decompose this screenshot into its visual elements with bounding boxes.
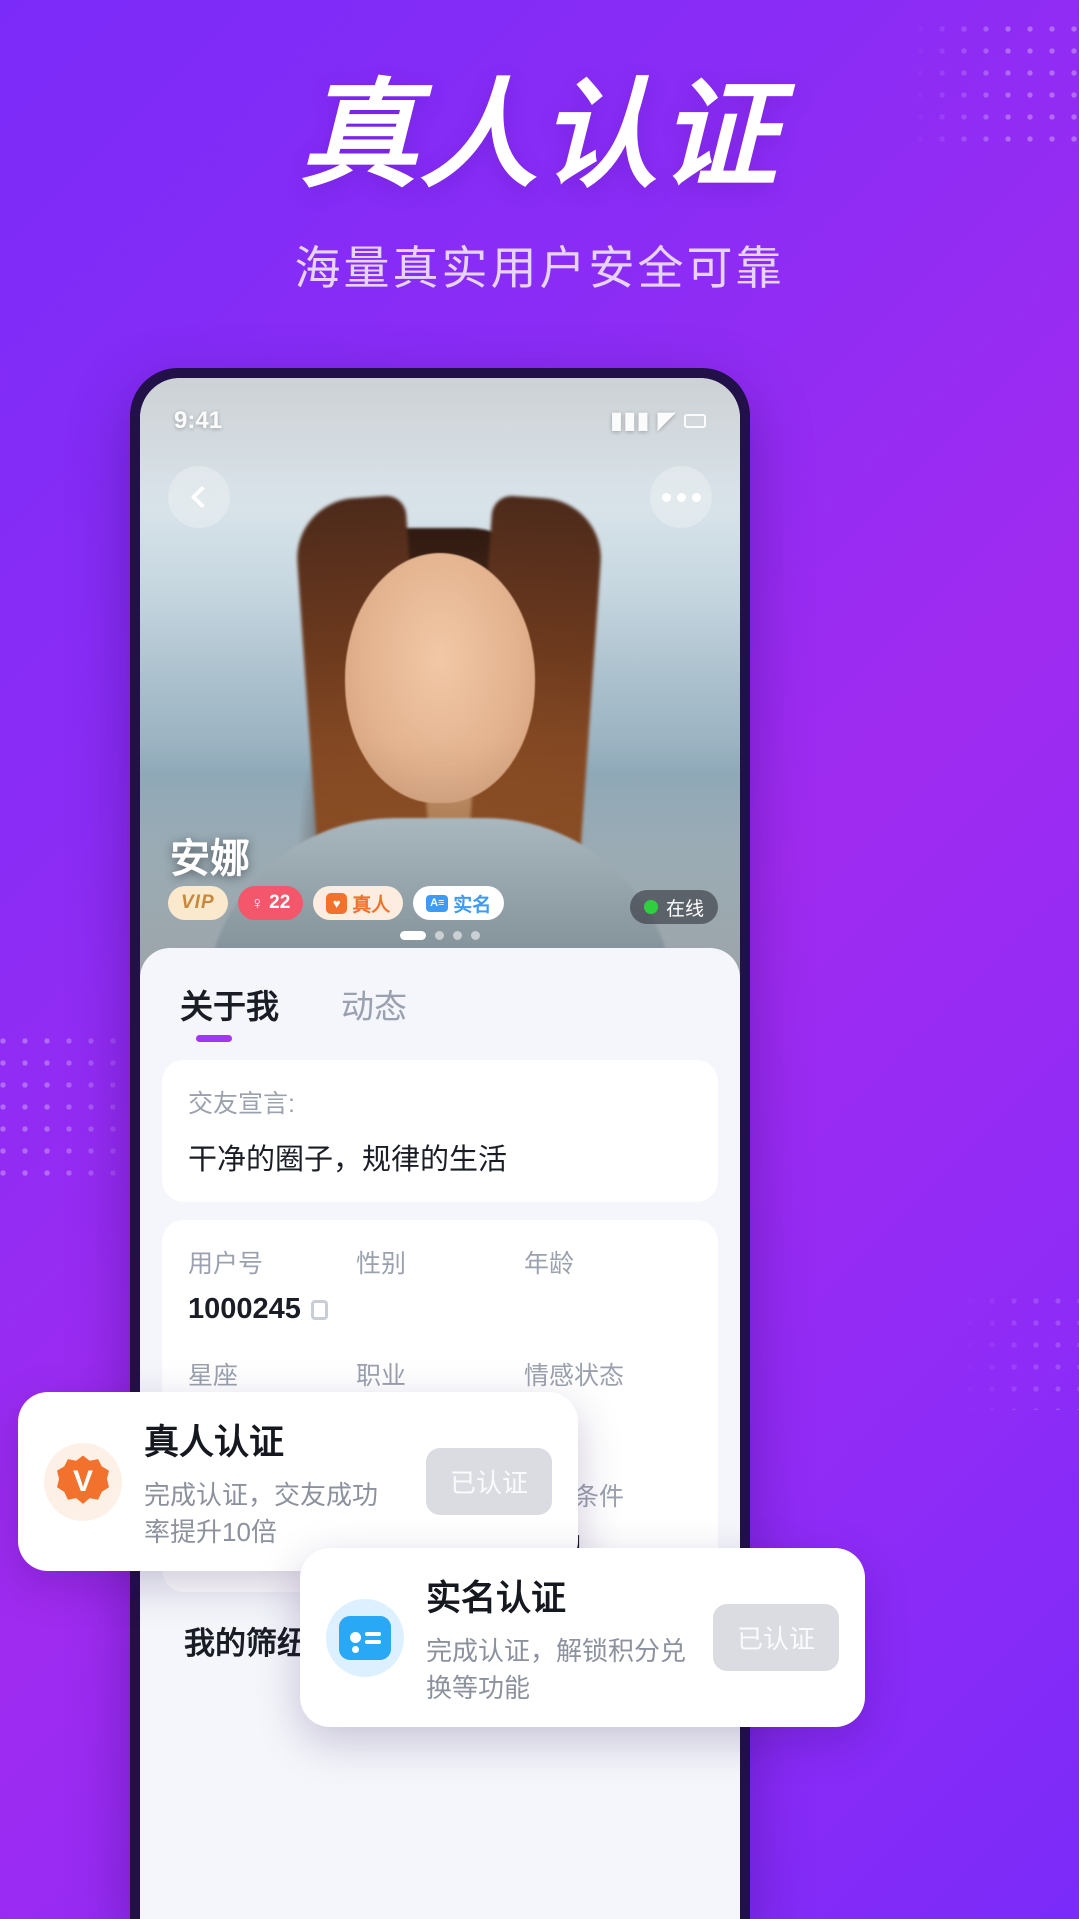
- status-bar-time: 9:41: [174, 406, 223, 434]
- badge-age-label: 22: [269, 892, 291, 913]
- real-name-verification-text: 实名认证 完成认证，解锁积分兑换等功能: [426, 1570, 691, 1705]
- verified-badge-icon: V: [44, 1442, 122, 1521]
- page-dot-3[interactable]: [453, 931, 462, 940]
- status-bar: 9:41 ▮▮▮ ◤: [140, 406, 740, 435]
- copy-icon[interactable]: [310, 1300, 328, 1320]
- tab-moments-label: 动态: [341, 988, 407, 1025]
- declaration-text: 干净的圈子，规律的生活: [188, 1144, 508, 1176]
- online-status-badge: 在线: [629, 890, 718, 924]
- back-button[interactable]: [168, 466, 230, 528]
- real-person-verified-button[interactable]: 已认证: [425, 1448, 552, 1515]
- page-title: 真人认证: [299, 70, 780, 202]
- id-card-glyph: [339, 1615, 391, 1660]
- id-card-icon: [326, 1598, 404, 1677]
- info-field-gender: 性别: [356, 1244, 524, 1326]
- info-label: 情感状态: [524, 1362, 625, 1390]
- info-label: 用户号: [188, 1250, 264, 1278]
- battery-icon: [684, 413, 706, 428]
- more-options-button[interactable]: [650, 466, 712, 528]
- real-name-verification-title: 实名认证: [426, 1579, 567, 1618]
- photo-face: [345, 553, 535, 803]
- info-value: 1000245: [188, 1293, 356, 1326]
- online-status-label: 在线: [665, 898, 704, 920]
- photo-hair-right: [463, 494, 605, 932]
- status-bar-indicators: ▮▮▮ ◤: [610, 406, 706, 435]
- real-name-verification-card[interactable]: 实名认证 完成认证，解锁积分兑换等功能 已认证: [300, 1548, 865, 1727]
- badge-age[interactable]: ♀ 22: [237, 886, 304, 920]
- page-dot-2[interactable]: [435, 931, 444, 940]
- badge-vip-label: VIP: [181, 892, 215, 913]
- badge-vip[interactable]: VIP: [168, 886, 228, 920]
- info-label: 职业: [356, 1362, 407, 1390]
- dot-pattern-bottom-right: [959, 1290, 1079, 1410]
- signal-icon: ▮▮▮: [609, 407, 650, 434]
- badge-real-name-label: 实名: [453, 894, 492, 916]
- info-value-text: 1000245: [188, 1293, 301, 1325]
- declaration-label: 交友宣言:: [188, 1090, 295, 1118]
- id-card-icon: A≡: [426, 894, 449, 912]
- more-horizontal-icon: [661, 492, 701, 502]
- info-field-userid: 用户号 1000245: [188, 1244, 356, 1326]
- tab-about[interactable]: 关于我: [180, 980, 279, 1042]
- verified-badge-glyph: V: [57, 1455, 109, 1504]
- online-dot-icon: [643, 900, 658, 914]
- photo-pagination[interactable]: [400, 931, 480, 940]
- female-gender-icon: ♀: [250, 892, 265, 913]
- info-label: 性别: [356, 1250, 407, 1278]
- profile-name: 安娜: [170, 837, 250, 881]
- wifi-icon: ◤: [657, 407, 676, 434]
- declaration-card: 交友宣言: 干净的圈子，规律的生活: [162, 1060, 718, 1202]
- profile-badges: VIP ♀ 22 ♥ 真人 A≡ 实名: [168, 886, 505, 920]
- info-field-age: 年龄: [524, 1244, 692, 1326]
- chevron-left-icon: [190, 485, 214, 509]
- tab-about-label: 关于我: [180, 988, 279, 1025]
- badge-real-person-label: 真人: [352, 894, 391, 916]
- real-person-verification-title: 真人认证: [144, 1423, 285, 1462]
- profile-tabs: 关于我 动态: [140, 948, 740, 1042]
- info-label: 星座: [188, 1362, 239, 1390]
- badge-real-name[interactable]: A≡ 实名: [413, 886, 505, 920]
- tab-moments[interactable]: 动态: [341, 980, 407, 1042]
- photo-hair-bangs: [328, 528, 552, 648]
- real-person-verification-subtitle: 完成认证，交友成功率提升10倍: [144, 1480, 379, 1547]
- info-label: 年龄: [524, 1250, 575, 1278]
- real-person-verification-text: 真人认证 完成认证，交友成功率提升10倍: [144, 1414, 404, 1549]
- page-dot-4[interactable]: [471, 931, 480, 940]
- real-person-verification-card[interactable]: V 真人认证 完成认证，交友成功率提升10倍 已认证: [18, 1392, 578, 1571]
- badge-real-person[interactable]: ♥ 真人: [313, 886, 404, 920]
- verified-heart-icon: ♥: [326, 892, 348, 914]
- real-name-verification-subtitle: 完成认证，解锁积分兑换等功能: [426, 1636, 687, 1703]
- page-subtitle: 海量真实用户安全可靠: [294, 242, 785, 294]
- page-dot-1[interactable]: [400, 931, 426, 940]
- photo-hair-left: [293, 494, 435, 932]
- real-name-verified-button[interactable]: 已认证: [712, 1604, 839, 1671]
